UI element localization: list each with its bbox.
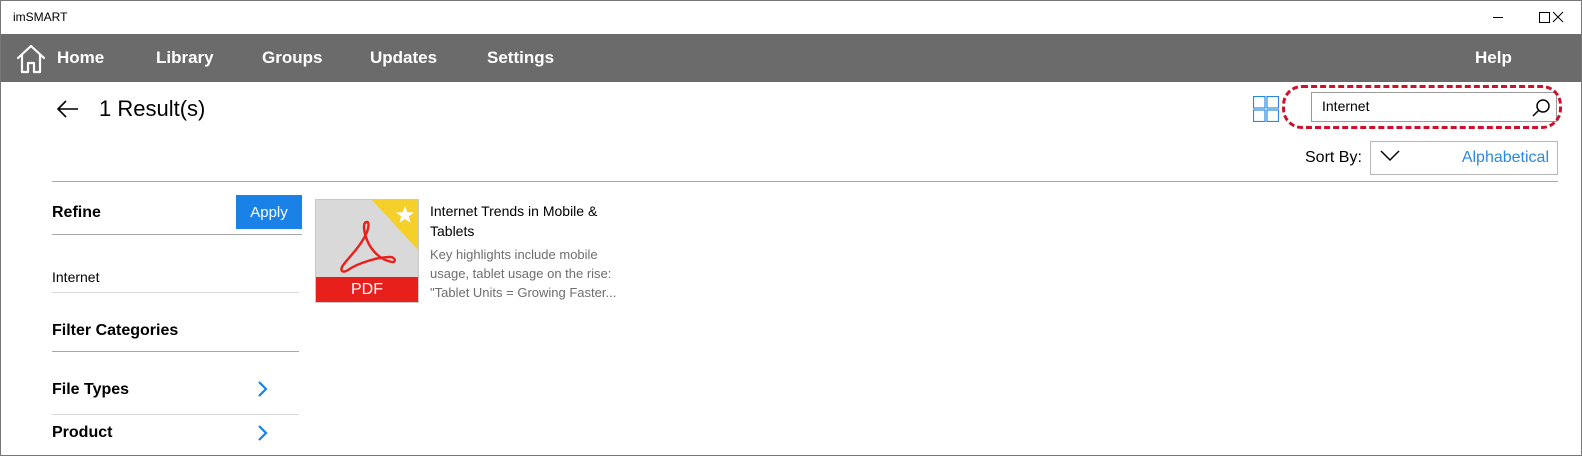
chevron-right-icon[interactable] <box>255 424 269 442</box>
nav-help[interactable]: Help <box>1475 34 1512 82</box>
facet-file-types[interactable]: File Types <box>52 381 129 399</box>
home-icon[interactable] <box>15 43 47 75</box>
pdf-label: PDF <box>316 277 418 302</box>
grid-view-icon[interactable] <box>1253 96 1279 122</box>
nav-home[interactable]: Home <box>57 34 104 82</box>
facet-divider <box>52 414 299 415</box>
app-window: imSMART Home Library Groups Updates Sett… <box>0 0 1582 456</box>
refine-heading: Refine <box>52 204 101 221</box>
nav-groups[interactable]: Groups <box>262 34 322 82</box>
results-count: 1 Result(s) <box>99 96 206 121</box>
sort-dropdown[interactable]: Alphabetical <box>1370 141 1558 175</box>
filter-categories-divider <box>52 351 299 352</box>
back-arrow-icon[interactable] <box>56 97 80 121</box>
header-divider <box>52 181 1558 182</box>
nav-settings[interactable]: Settings <box>487 34 554 82</box>
chevron-right-icon[interactable] <box>255 380 269 398</box>
main-nav: Home Library Groups Updates Settings Hel… <box>1 34 1581 82</box>
sort-value: Alphabetical <box>1461 149 1549 166</box>
refine-divider <box>52 234 302 235</box>
filter-categories-heading: Filter Categories <box>52 322 179 339</box>
filter-divider <box>52 292 299 293</box>
search-input[interactable] <box>1322 98 1522 114</box>
sort-label: Sort By: <box>1305 149 1362 166</box>
result-title[interactable]: Internet Trends in Mobile & Tablets <box>430 201 630 241</box>
result-thumbnail[interactable]: PDF <box>315 199 419 303</box>
nav-updates[interactable]: Updates <box>370 34 437 82</box>
facet-product[interactable]: Product <box>52 424 112 442</box>
pdf-acrobat-icon <box>340 220 396 273</box>
window-title: imSMART <box>13 10 68 24</box>
search-box[interactable] <box>1311 92 1557 122</box>
result-description: Key highlights include mobile usage, tab… <box>430 247 617 300</box>
minimize-button[interactable] <box>1475 1 1521 33</box>
minimize-icon <box>1493 17 1503 18</box>
title-bar: imSMART <box>1 1 1581 33</box>
nav-library[interactable]: Library <box>156 34 214 82</box>
apply-button[interactable]: Apply <box>236 195 302 229</box>
close-button[interactable] <box>1535 1 1581 33</box>
active-filter-internet[interactable]: Internet <box>52 269 99 285</box>
close-icon <box>1552 11 1564 23</box>
chevron-down-icon <box>1380 150 1400 162</box>
search-icon[interactable] <box>1530 97 1552 119</box>
